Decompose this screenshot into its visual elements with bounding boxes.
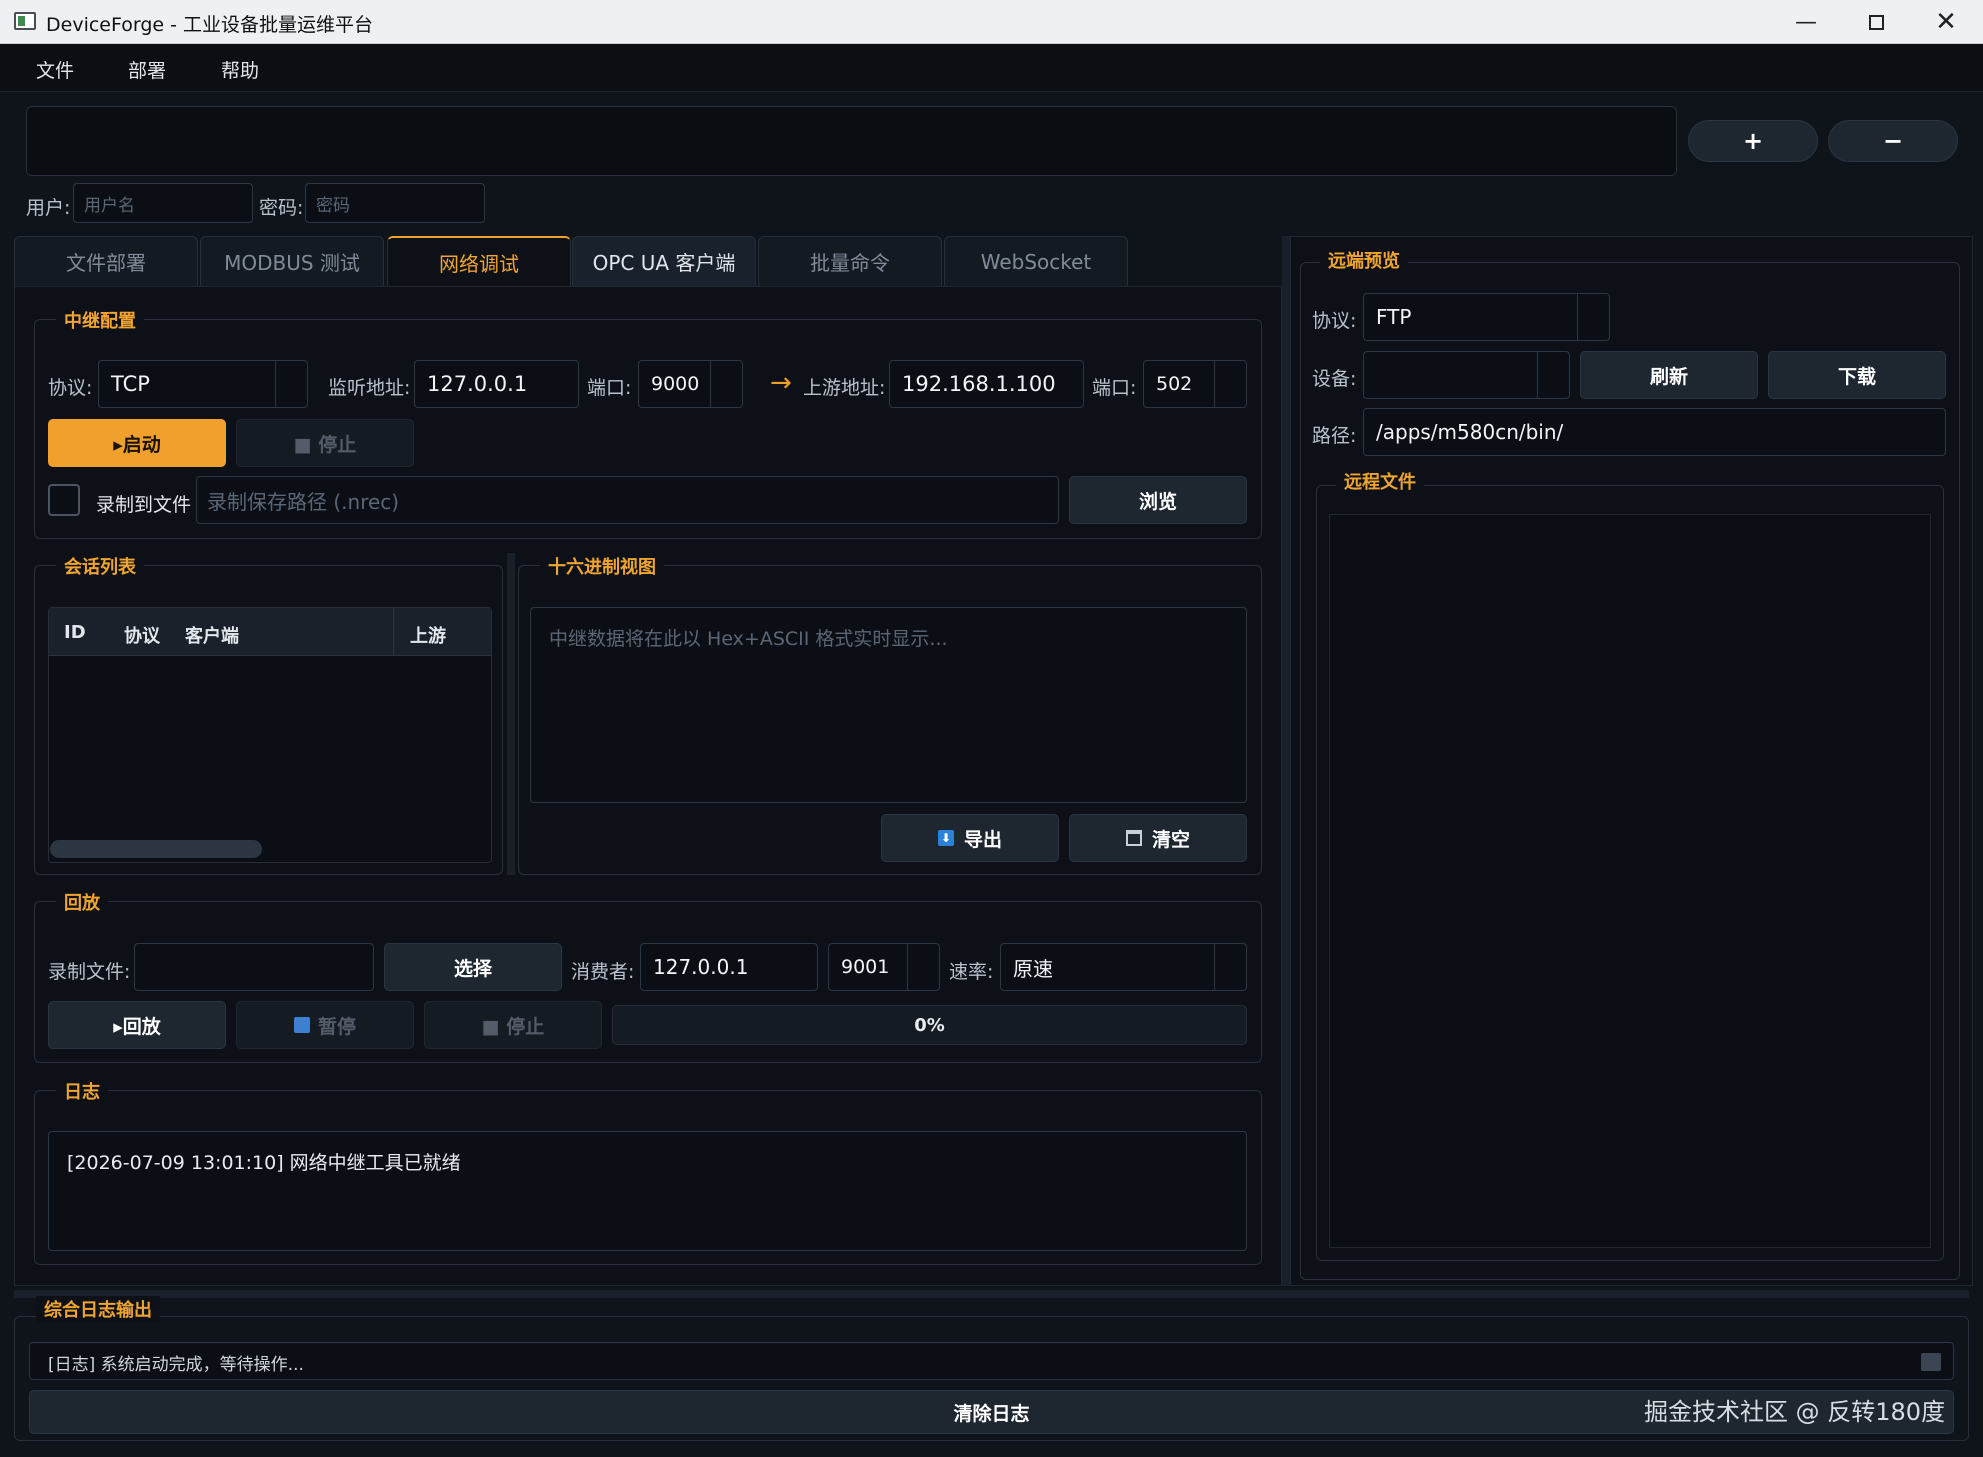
menu-bar	[0, 44, 1983, 92]
hex-view-textarea[interactable]: 中继数据将在此以 Hex+ASCII 格式实时显示...	[530, 607, 1247, 803]
record-path-input[interactable]: 录制保存路径 (.nrec)	[196, 476, 1059, 524]
replay-play-button[interactable]: ▸回放	[48, 1001, 226, 1049]
export-button[interactable]: ⬇ 导出	[881, 814, 1059, 862]
tab-opcua[interactable]: OPC UA 客户端	[572, 236, 756, 286]
replay-stop-button[interactable]: ■ 停止	[424, 1001, 602, 1049]
window-title: DeviceForge - 工业设备批量运维平台	[46, 14, 374, 36]
record-label: 录制到文件	[96, 494, 192, 516]
tab-batch-command[interactable]: 批量命令	[758, 236, 942, 286]
replay-progress-bar: 0%	[612, 1005, 1247, 1045]
replay-title: 回放	[56, 889, 108, 915]
replay-pause-button[interactable]: 暂停	[236, 1001, 414, 1049]
remote-file-list[interactable]	[1329, 514, 1931, 1248]
minimize-button[interactable]: —	[1771, 0, 1841, 44]
remote-preview-title: 远端预览	[1320, 247, 1408, 273]
hex-view-title: 十六进制视图	[540, 553, 664, 579]
log-line: [2026-07-09 13:01:10] 网络中继工具已就绪	[67, 1152, 461, 1174]
select-file-button[interactable]: 选择	[384, 943, 562, 991]
stepper-buttons[interactable]	[710, 361, 742, 407]
splitter[interactable]	[1282, 236, 1290, 1286]
session-list-title: 会话列表	[56, 553, 144, 579]
relay-protocol-select[interactable]: TCP	[98, 360, 308, 408]
remote-path-label: 路径:	[1312, 425, 1357, 447]
global-log-line: [日志] 系统启动完成，等待操作...	[48, 1355, 304, 1375]
remote-protocol-label: 协议:	[1312, 310, 1357, 332]
session-hex-splitter[interactable]	[507, 553, 515, 875]
clear-hex-button[interactable]: 清空	[1069, 814, 1247, 862]
column-client[interactable]: 客户端	[185, 622, 239, 648]
remove-device-button[interactable]: −	[1828, 120, 1958, 162]
speed-select[interactable]: 原速	[1000, 943, 1247, 991]
upstream-address-label: 上游地址:	[803, 377, 886, 399]
trash-icon	[1125, 830, 1142, 846]
upstream-address-input[interactable]: 192.168.1.100	[889, 360, 1084, 408]
listen-address-input[interactable]: 127.0.0.1	[414, 360, 579, 408]
remote-device-label: 设备:	[1312, 368, 1357, 390]
menu-help[interactable]: 帮助	[221, 56, 259, 83]
user-label: 用户:	[26, 197, 71, 219]
speed-label: 速率:	[949, 961, 994, 983]
column-id[interactable]: ID	[64, 622, 86, 643]
listen-address-label: 监听地址:	[328, 377, 411, 399]
browse-button[interactable]: 浏览	[1069, 476, 1247, 524]
dropdown-arrow	[1537, 352, 1569, 398]
menu-file[interactable]: 文件	[36, 56, 74, 83]
listen-port-stepper[interactable]: 9000	[638, 360, 743, 408]
global-log-textarea[interactable]: [日志] 系统启动完成，等待操作...	[29, 1342, 1954, 1380]
column-divider	[393, 608, 394, 656]
tab-modbus[interactable]: MODBUS 测试	[200, 236, 384, 286]
remote-device-select[interactable]	[1363, 351, 1570, 399]
password-label: 密码:	[259, 197, 304, 219]
close-button[interactable]: ✕	[1911, 0, 1981, 44]
dropdown-arrow	[1577, 294, 1609, 340]
replay-file-label: 录制文件:	[48, 961, 131, 983]
tab-file-deploy[interactable]: 文件部署	[14, 236, 198, 286]
pause-icon	[293, 1017, 310, 1033]
consumer-label: 消费者:	[571, 961, 635, 983]
stepper-buttons[interactable]	[907, 944, 939, 990]
replay-file-input[interactable]	[134, 943, 374, 991]
dropdown-arrow	[275, 361, 307, 407]
download-icon: ⬇	[937, 830, 954, 846]
global-log-title: 综合日志输出	[36, 1296, 160, 1322]
download-button[interactable]: 下载	[1768, 351, 1946, 399]
listen-port-label: 端口:	[587, 377, 632, 399]
scroll-handle[interactable]	[1921, 1353, 1941, 1371]
replay-progress-text: 0%	[914, 1015, 945, 1036]
log-textarea[interactable]: [2026-07-09 13:01:10] 网络中继工具已就绪	[48, 1131, 1247, 1251]
upstream-port-label: 端口:	[1092, 377, 1137, 399]
bottom-splitter[interactable]	[14, 1290, 1969, 1298]
log-title: 日志	[56, 1078, 108, 1104]
user-input[interactable]: 用户名	[73, 183, 253, 223]
column-upstream[interactable]: 上游	[410, 622, 446, 648]
remote-path-input[interactable]: /apps/m580cn/bin/	[1363, 408, 1946, 456]
tab-network-debug[interactable]: 网络调试	[387, 236, 571, 286]
relay-config-title: 中继配置	[56, 307, 144, 333]
remote-files-title: 远程文件	[1336, 468, 1424, 494]
relay-arrow-icon: →	[770, 368, 792, 398]
consumer-port-stepper[interactable]: 9001	[828, 943, 940, 991]
column-protocol[interactable]: 协议	[124, 622, 160, 648]
relay-protocol-label: 协议:	[48, 377, 93, 399]
add-device-button[interactable]: +	[1688, 120, 1818, 162]
stepper-buttons[interactable]	[1214, 361, 1246, 407]
password-input[interactable]: 密码	[305, 183, 485, 223]
menu-deploy[interactable]: 部署	[128, 56, 166, 83]
record-checkbox[interactable]	[48, 484, 80, 516]
tab-websocket[interactable]: WebSocket	[944, 236, 1128, 286]
stop-relay-button[interactable]: ■ 停止	[236, 419, 414, 467]
session-horizontal-scrollbar[interactable]	[50, 840, 262, 858]
dropdown-arrow	[1214, 944, 1246, 990]
remote-protocol-select[interactable]: FTP	[1363, 293, 1610, 341]
watermark: 掘金技术社区 @ 反转180度	[1644, 1398, 1946, 1426]
consumer-host-input[interactable]: 127.0.0.1	[640, 943, 818, 991]
maximize-button[interactable]	[1841, 0, 1911, 44]
upstream-port-stepper[interactable]: 502	[1143, 360, 1247, 408]
start-relay-button[interactable]: ▸启动	[48, 419, 226, 467]
app-icon	[14, 12, 36, 30]
refresh-button[interactable]: 刷新	[1580, 351, 1758, 399]
device-list-area[interactable]	[26, 106, 1677, 176]
